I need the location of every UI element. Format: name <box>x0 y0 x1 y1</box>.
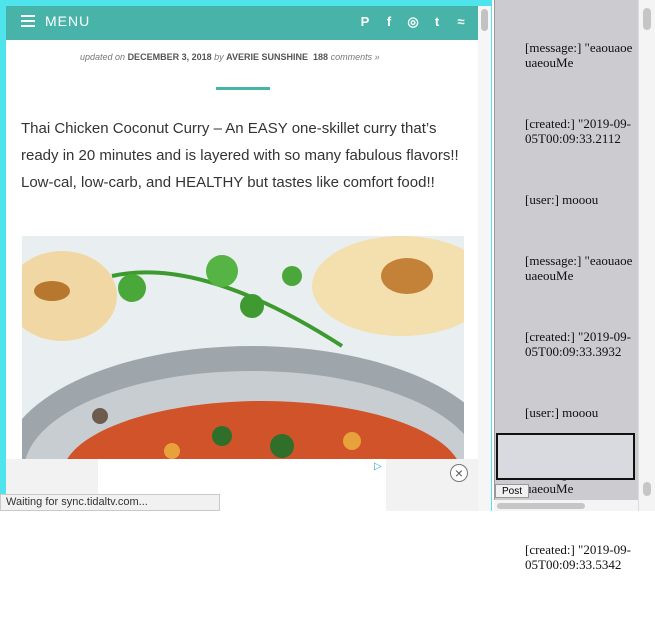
chat-panel: [message:] "eaouaoeuaeouMe [created:] "2… <box>494 0 639 572</box>
comment-count[interactable]: 188 <box>313 52 328 62</box>
instagram-icon[interactable]: ◎ <box>406 14 420 30</box>
panel-horizontal-scrollbar-thumb[interactable] <box>497 503 585 509</box>
message-input[interactable] <box>496 433 635 480</box>
log-entry: [message:] "eaouaoeuaeouMe <box>525 40 633 70</box>
post-date: DECEMBER 3, 2018 <box>127 52 212 62</box>
recipe-intro: Thai Chicken Coconut Curry – An EASY one… <box>21 120 459 191</box>
comments-link[interactable]: comments » <box>331 52 380 62</box>
post-author[interactable]: AVERIE SUNSHINE <box>226 52 308 62</box>
by-text: by <box>214 52 224 62</box>
log-entry: [message:] "eaouaoeuaeouMe <box>525 253 633 283</box>
browser-status: Waiting for sync.tidaltv.com... <box>0 494 220 511</box>
panel-scrollbar[interactable] <box>638 0 655 511</box>
log-entry: [user:] mooou <box>525 405 599 420</box>
curry-photo-illustration <box>22 236 464 466</box>
page-scrollbar-thumb[interactable] <box>481 9 488 31</box>
site-header: MENU P f ◎ t ≈ <box>6 6 478 40</box>
post-button[interactable]: Post <box>495 484 529 498</box>
rss-icon[interactable]: ≈ <box>454 14 468 30</box>
menu-button[interactable]: MENU <box>21 12 90 30</box>
recipe-photo <box>22 236 464 466</box>
panel-horizontal-scrollbar[interactable] <box>494 500 638 511</box>
log-entry: [created:] "2019-09-05T00:09:33.5342 <box>525 542 632 572</box>
panel-scrollbar-thumb-bottom[interactable] <box>643 482 651 496</box>
adchoices-icon[interactable]: ▷ <box>374 461 382 472</box>
page-scrollbar[interactable] <box>478 6 491 511</box>
ad-close-button[interactable]: × <box>450 464 468 482</box>
log-entry: [created:] "2019-09-05T00:09:33.3932 <box>525 329 632 359</box>
title-divider <box>216 87 270 90</box>
panel-scrollbar-thumb[interactable] <box>643 8 651 30</box>
facebook-icon[interactable]: f <box>382 14 396 30</box>
post-meta: updated on DECEMBER 3, 2018 by AVERIE SU… <box>80 52 380 62</box>
log-entry: [user:] mooou <box>525 192 599 207</box>
log-entry: [created:] "2019-09-05T00:09:33.2112 <box>525 116 632 146</box>
social-links: P f ◎ t ≈ <box>358 14 468 30</box>
message-log: [message:] "eaouaoeuaeouMe [created:] "2… <box>525 10 637 618</box>
twitter-icon[interactable]: t <box>430 14 444 30</box>
pinterest-icon[interactable]: P <box>358 14 372 30</box>
browser-viewport: MENU P f ◎ t ≈ updated on DECEMBER 3, 20… <box>0 0 492 511</box>
menu-label: MENU <box>45 13 91 29</box>
updated-prefix: updated on <box>80 52 126 62</box>
hamburger-icon <box>21 12 35 30</box>
